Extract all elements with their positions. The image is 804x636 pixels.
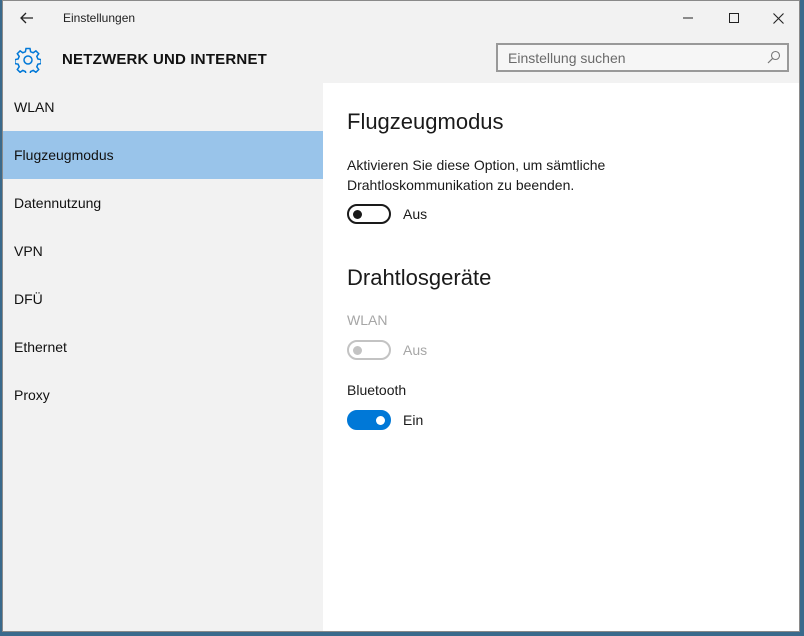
wlan-device-state: Aus	[403, 342, 428, 358]
sidebar-item-dfue[interactable]: DFÜ	[3, 275, 323, 323]
airplane-mode-description: Aktivieren Sie diese Option, um sämtlich…	[347, 157, 606, 193]
content-pane: Flugzeugmodus Aktivieren Sie diese Optio…	[323, 83, 799, 631]
airplane-mode-heading: Flugzeugmodus	[347, 109, 504, 134]
search-icon[interactable]	[767, 50, 781, 64]
settings-window: Einstellungen NETZWERK UND INTERNET Eins…	[2, 0, 800, 632]
toggle-knob	[353, 210, 362, 219]
bluetooth-toggle[interactable]	[347, 410, 391, 430]
close-icon	[772, 12, 784, 24]
toggle-knob	[353, 346, 362, 355]
airplane-mode-toggle[interactable]	[347, 204, 391, 224]
section-title: NETZWERK UND INTERNET	[62, 51, 268, 68]
title-bar: Einstellungen	[3, 1, 799, 35]
bluetooth-state: Ein	[403, 412, 424, 428]
gear-icon	[15, 47, 41, 73]
wlan-device-label: WLAN	[347, 312, 388, 328]
sidebar: WLAN Flugzeugmodus Datennutzung VPN DFÜ …	[3, 83, 323, 631]
back-button[interactable]	[11, 5, 43, 31]
bluetooth-label: Bluetooth	[347, 382, 407, 398]
window-title: Einstellungen	[63, 11, 136, 25]
sidebar-item-proxy[interactable]: Proxy	[3, 371, 323, 419]
search-input[interactable]	[498, 45, 758, 70]
minimize-icon	[683, 17, 693, 19]
sidebar-item-ethernet[interactable]: Ethernet	[3, 323, 323, 371]
wlan-device-toggle	[347, 340, 391, 360]
minimize-button[interactable]	[665, 1, 711, 35]
sidebar-item-wlan[interactable]: WLAN	[3, 83, 323, 131]
settings-header: NETZWERK UND INTERNET	[3, 35, 799, 83]
maximize-button[interactable]	[711, 1, 757, 35]
maximize-icon	[729, 13, 739, 23]
toggle-knob	[376, 416, 385, 425]
sidebar-item-datennutzung[interactable]: Datennutzung	[3, 179, 323, 227]
close-button[interactable]	[755, 1, 799, 35]
back-arrow-icon	[20, 12, 33, 24]
search-box[interactable]	[496, 43, 789, 72]
sidebar-item-vpn[interactable]: VPN	[3, 227, 323, 275]
sidebar-item-flugzeugmodus[interactable]: Flugzeugmodus	[3, 131, 323, 179]
airplane-mode-state: Aus	[403, 206, 428, 222]
wireless-devices-heading: Drahtlosgeräte	[347, 265, 492, 290]
